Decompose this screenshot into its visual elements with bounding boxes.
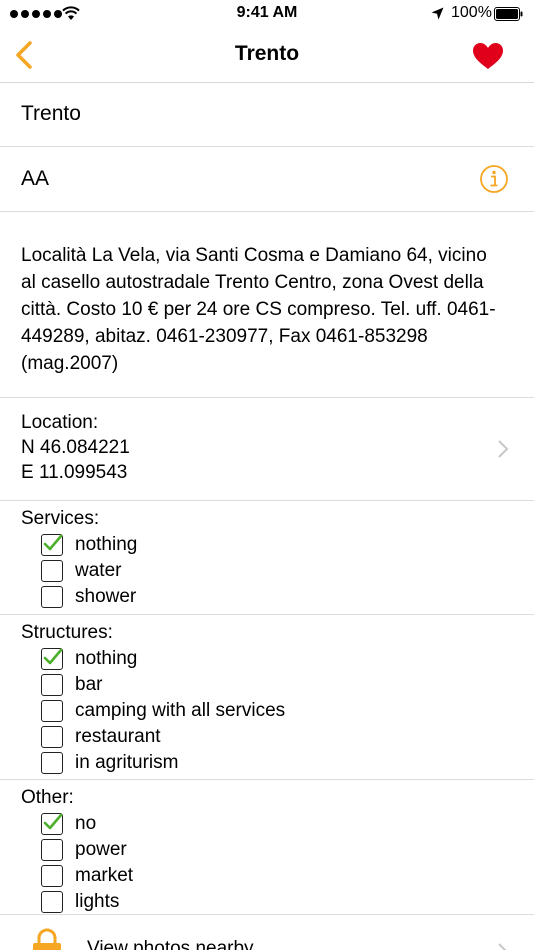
option-label: camping with all services xyxy=(75,699,286,721)
checkbox[interactable] xyxy=(41,559,63,582)
location-arrow-icon xyxy=(431,7,444,20)
option-label: restaurant xyxy=(75,725,161,747)
option-label: nothing xyxy=(75,647,138,669)
structures-option[interactable]: in agriturism xyxy=(41,751,178,774)
description-row: Località La Vela, via Santi Cosma e Dami… xyxy=(0,212,534,398)
checkbox[interactable] xyxy=(41,864,63,887)
checkbox[interactable] xyxy=(41,647,63,670)
lock-icon xyxy=(33,928,61,950)
navigation-bar: Trento xyxy=(0,28,534,83)
longitude: E 11.099543 xyxy=(21,462,128,483)
structures-section: Structures: nothing bar camping with all s… xyxy=(0,615,534,780)
checkbox[interactable] xyxy=(41,585,63,608)
checkbox[interactable] xyxy=(41,838,63,861)
checkmark-icon xyxy=(43,813,63,829)
structures-title: Structures: xyxy=(21,622,113,643)
option-label: water xyxy=(75,559,122,581)
option-label: in agriturism xyxy=(75,751,179,773)
latitude: N 46.084221 xyxy=(21,437,130,458)
checkbox[interactable] xyxy=(41,751,63,774)
other-option[interactable]: lights xyxy=(41,890,119,913)
battery-percent: 100% xyxy=(451,4,492,21)
option-label: power xyxy=(75,838,127,860)
services-section: Services: nothing water shower xyxy=(0,501,534,615)
other-section: Other: no power market lights xyxy=(0,780,534,915)
other-option[interactable]: power xyxy=(41,838,127,861)
option-label: market xyxy=(75,864,134,886)
services-title: Services: xyxy=(21,508,100,529)
checkbox[interactable] xyxy=(41,533,63,556)
checkmark-icon xyxy=(43,534,63,550)
photos-nearby-row[interactable]: View photos nearby xyxy=(0,915,534,950)
option-label: lights xyxy=(75,890,120,912)
chevron-right-icon xyxy=(498,943,507,950)
place-description: Località La Vela, via Santi Cosma e Dami… xyxy=(21,245,496,374)
battery-icon xyxy=(494,7,523,21)
name-row[interactable]: Trento xyxy=(0,83,534,147)
location-label: Location: xyxy=(21,412,99,433)
structures-option[interactable]: bar xyxy=(41,673,102,696)
services-option[interactable]: water xyxy=(41,559,121,582)
checkmark-icon xyxy=(43,648,63,664)
checkbox[interactable] xyxy=(41,699,63,722)
status-bar: 9:41 AM 100% xyxy=(0,0,534,28)
heart-icon[interactable] xyxy=(472,42,504,70)
option-label: shower xyxy=(75,585,137,607)
location-row[interactable]: Location: N 46.084221 E 11.099543 xyxy=(0,398,534,501)
checkbox[interactable] xyxy=(41,725,63,748)
other-option[interactable]: no xyxy=(41,812,96,835)
structures-option[interactable]: camping with all services xyxy=(41,699,285,722)
place-name: Trento xyxy=(21,102,81,125)
checkbox[interactable] xyxy=(41,890,63,913)
services-option[interactable]: nothing xyxy=(41,533,137,556)
category-row[interactable]: AA xyxy=(0,147,534,212)
place-category: AA xyxy=(21,167,50,190)
photos-nearby-label: View photos nearby xyxy=(87,938,254,950)
info-icon[interactable] xyxy=(479,164,509,194)
services-option[interactable]: shower xyxy=(41,585,136,608)
structures-option[interactable]: nothing xyxy=(41,647,137,670)
option-label: nothing xyxy=(75,533,138,555)
page-title: Trento xyxy=(234,42,300,65)
checkbox[interactable] xyxy=(41,812,63,835)
option-label: bar xyxy=(75,673,103,695)
other-option[interactable]: market xyxy=(41,864,133,887)
structures-option[interactable]: restaurant xyxy=(41,725,161,748)
other-title: Other: xyxy=(21,787,74,808)
checkbox[interactable] xyxy=(41,673,63,696)
chevron-right-icon xyxy=(498,440,509,458)
option-label: no xyxy=(75,812,97,834)
